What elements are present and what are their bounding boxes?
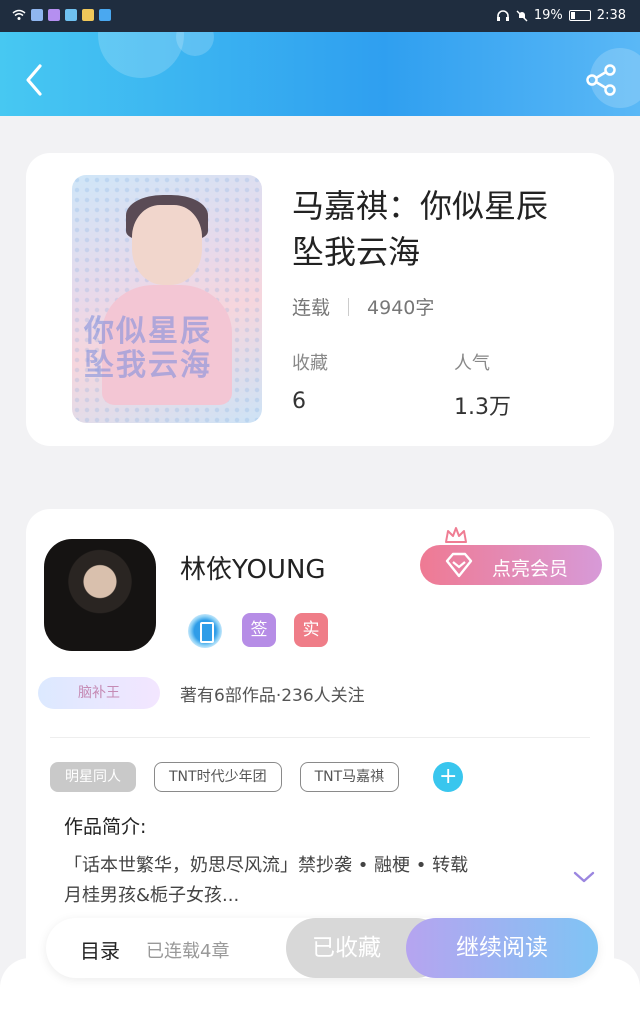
app-icon-4 [82, 9, 94, 21]
header-decoration [98, 32, 184, 78]
title-badge[interactable]: 脑补王 [38, 677, 160, 709]
crown-icon [445, 527, 467, 543]
wifi-icon [12, 9, 26, 20]
serial-status: 连载 [292, 297, 331, 319]
headphones-icon [496, 9, 509, 21]
vip-button[interactable]: 点亮会员 [420, 545, 602, 585]
tag-chip[interactable]: 明星同人 [50, 762, 136, 792]
battery-percent: 19% [533, 8, 563, 23]
header-decoration [176, 32, 214, 56]
author-avatar[interactable] [44, 539, 156, 651]
popularity-stat: 人气 1.3万 [454, 349, 511, 421]
divider [50, 737, 590, 738]
author-name[interactable]: 林依YOUNG [180, 549, 326, 586]
tag-list: 明星同人 TNT时代少年团 TNT马嘉祺 + [50, 762, 464, 792]
clock: 2:38 [596, 8, 626, 23]
header [0, 32, 640, 116]
book-title: 马嘉祺：你似星辰 坠我云海 [292, 183, 592, 275]
tag-chip[interactable]: TNT马嘉祺 [299, 762, 400, 792]
chevron-down-icon[interactable] [572, 869, 596, 885]
tag-chip[interactable]: TNT时代少年团 [154, 762, 282, 792]
battery-icon [568, 10, 591, 21]
bottom-action-bar: 目录 已连载4章 已收藏 继续阅读 [46, 918, 598, 978]
book-info-card: 你似星辰 坠我云海 马嘉祺：你似星辰 坠我云海 连载 4940字 收藏 6 人气 … [26, 153, 614, 446]
popularity-label: 人气 [454, 353, 490, 374]
book-title-line1: 马嘉祺：你似星辰 [292, 187, 549, 225]
popularity-value: 1.3万 [454, 395, 511, 420]
book-title-line2: 坠我云海 [292, 233, 421, 271]
continue-reading-button[interactable]: 继续阅读 [406, 918, 598, 978]
intro-line1: 「话本世繁华，奶思尽风流」禁抄袭 • 融梗 • 转载 [64, 855, 469, 876]
share-icon[interactable] [584, 62, 620, 98]
add-tag-button[interactable]: + [433, 762, 464, 792]
app-icon-3 [65, 9, 77, 21]
author-summary: 著有6部作品·236人关注 [180, 686, 365, 706]
app-icon-5 [99, 9, 111, 21]
app-icon-2 [48, 9, 60, 21]
intro-heading: 作品简介: [64, 816, 147, 838]
collect-stat: 收藏 6 [292, 349, 328, 414]
toc-button[interactable]: 目录 [80, 935, 120, 964]
status-bar: 19% 2:38 [0, 0, 640, 32]
book-cover[interactable]: 你似星辰 坠我云海 [72, 175, 262, 423]
vip-button-label: 点亮会员 [492, 558, 569, 580]
book-meta: 连载 4940字 [292, 293, 434, 320]
level-badge-icon[interactable] [188, 614, 222, 648]
signed-badge[interactable]: 签 [242, 613, 276, 647]
mute-bell-icon [516, 10, 528, 21]
system-status: 19% 2:38 [496, 8, 626, 23]
cover-figure-face [132, 205, 202, 285]
app-icon-1 [31, 9, 43, 21]
word-count: 4940字 [367, 297, 435, 319]
collect-value: 6 [292, 389, 306, 414]
chapter-count[interactable]: 已连载4章 [146, 937, 229, 963]
intro-line2: 月桂男孩&栀子女孩... [64, 885, 240, 906]
back-icon[interactable] [20, 62, 50, 98]
diamond-icon [445, 552, 473, 578]
verified-badge[interactable]: 实 [294, 613, 328, 647]
notification-icons [12, 9, 111, 21]
meta-divider [348, 297, 350, 316]
intro-text[interactable]: 「话本世繁华，奶思尽风流」禁抄袭 • 融梗 • 转载 月桂男孩&栀子女孩... [64, 851, 544, 911]
collect-label: 收藏 [292, 353, 328, 374]
cover-title-art: 你似星辰 坠我云海 [84, 314, 212, 383]
